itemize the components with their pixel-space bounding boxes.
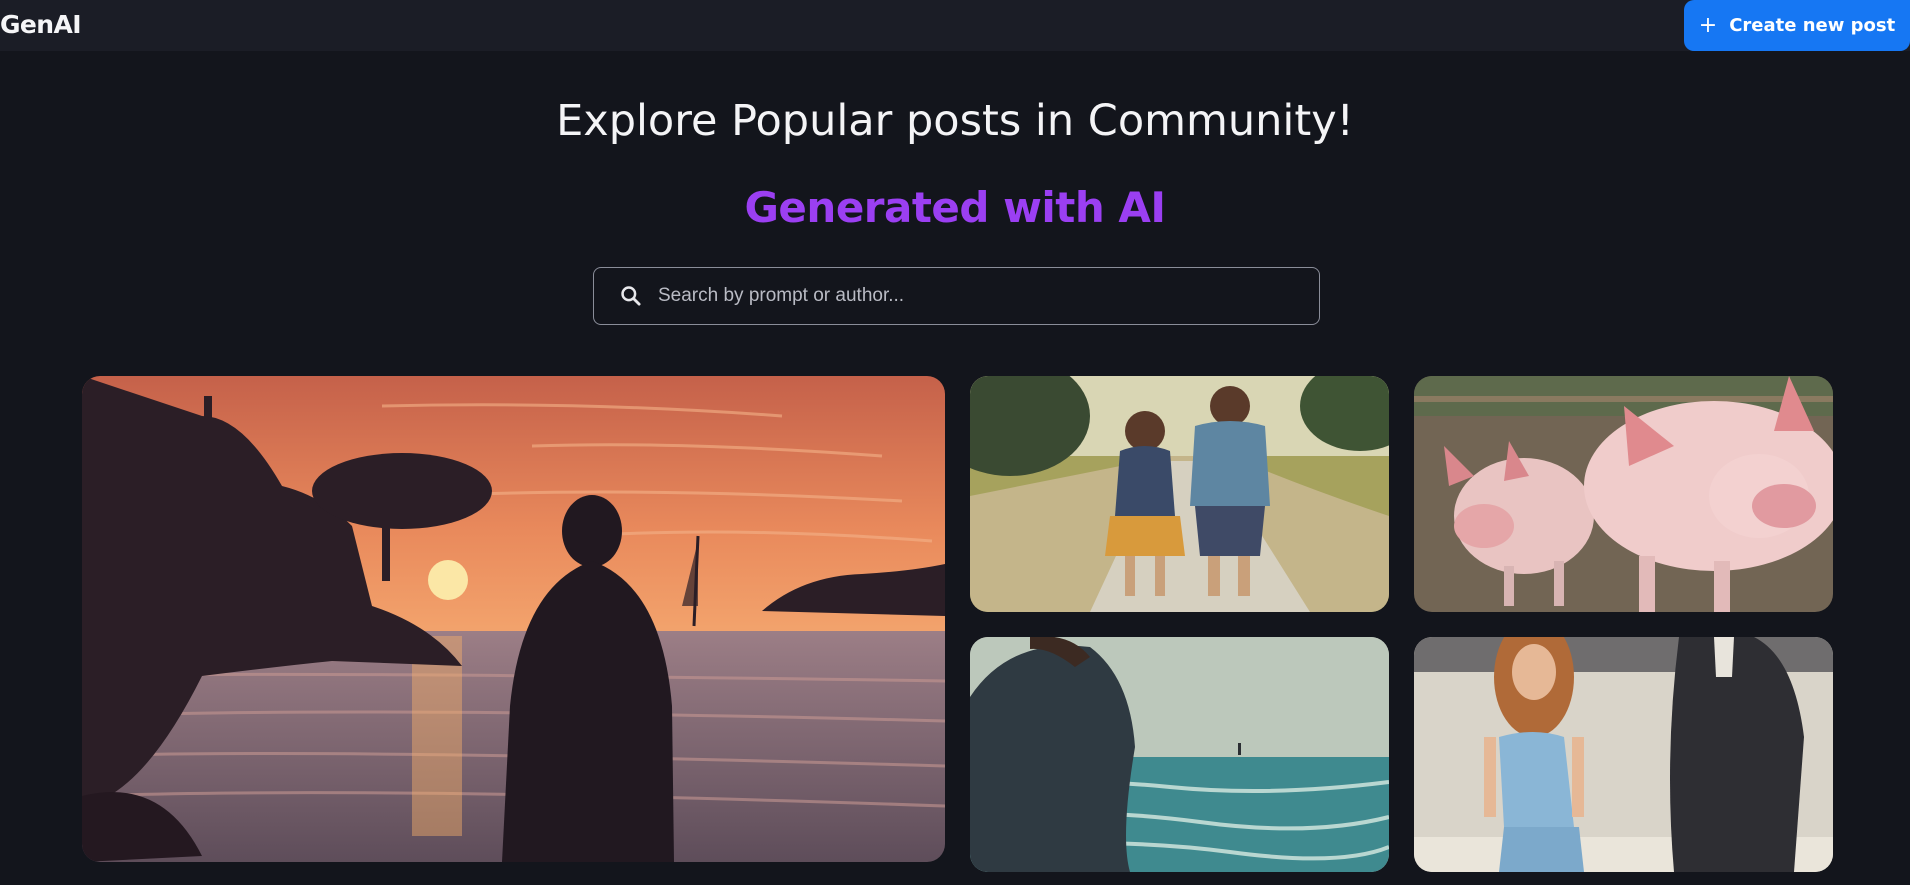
post-image-pigs	[1414, 376, 1833, 612]
plus-icon: +	[1698, 12, 1718, 38]
logo[interactable]: GenAI	[0, 10, 82, 39]
navbar: GenAI + Create new post	[0, 0, 1910, 51]
post-card[interactable]	[82, 376, 945, 862]
post-card[interactable]	[970, 376, 1389, 612]
post-image-children-walking	[970, 376, 1389, 612]
post-card[interactable]	[970, 637, 1389, 872]
page-subtitle: Generated with AI	[744, 183, 1166, 232]
create-new-post-label: Create new post	[1729, 15, 1896, 36]
post-image-man-at-sea	[970, 637, 1389, 872]
post-card[interactable]	[1414, 376, 1833, 612]
post-image-sunset-silhouette	[82, 376, 945, 862]
search-bar[interactable]	[593, 267, 1320, 325]
create-new-post-button[interactable]: + Create new post	[1684, 0, 1910, 51]
search-icon	[621, 286, 641, 306]
post-card[interactable]	[1414, 637, 1833, 872]
search-input[interactable]	[656, 284, 1319, 308]
page-title: Explore Popular posts in Community!	[556, 96, 1354, 146]
post-image-woman-blue-dress	[1414, 637, 1833, 872]
